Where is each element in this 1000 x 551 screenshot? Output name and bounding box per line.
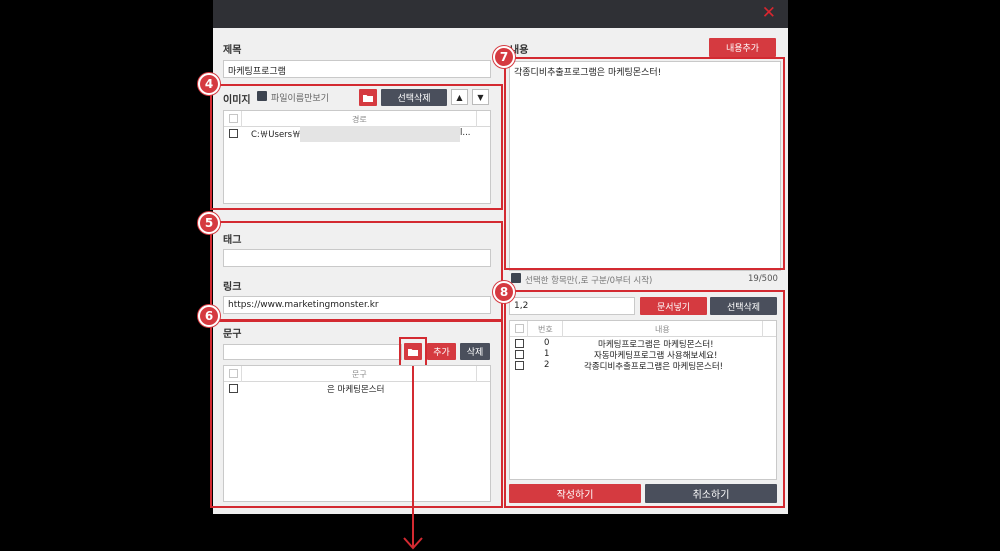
content-section-highlight [504,57,785,270]
select-all-checkbox[interactable] [229,369,238,378]
move-up-button[interactable]: ▲ [451,89,468,105]
phrase-list-header: 문구 [224,366,490,382]
tag-input[interactable] [223,249,491,267]
selected-only-hint: 선택한 항목만(,로 구분/0부터 시작) [525,276,653,286]
image-path: C:￦Users￦ [251,130,301,140]
link-label: 링크 [223,282,242,293]
badge-7: 7 [493,46,515,68]
tag-label: 태그 [223,235,242,246]
doc-number: 2 [544,360,550,370]
phrase-folder-button[interactable] [404,343,422,360]
badge-4: 4 [198,73,220,95]
phrase-input[interactable] [223,344,402,360]
phrase-text: 은 마케팅몬스터 [327,385,385,395]
phrase-delete-button[interactable]: 삭제 [460,343,490,360]
image-list-header: 경로 [224,111,490,127]
image-list[interactable]: 경로 C:￦Users￦ l... [223,110,491,204]
char-counter: 19/500 [748,274,778,284]
image-row[interactable]: C:￦Users￦ l... [224,126,490,142]
header-divider [476,366,477,382]
write-button[interactable]: 작성하기 [509,484,641,503]
docs-row[interactable]: 1 자동마케팅프로그램 사용해보세요! [510,349,776,361]
cancel-button[interactable]: 취소하기 [645,484,777,503]
image-delete-selected-button[interactable]: 선택삭제 [381,89,447,106]
docs-index-input[interactable]: 1,2 [509,297,635,315]
title-input[interactable]: 마케팅프로그램 [223,60,491,78]
row-checkbox[interactable] [229,129,238,138]
images-label: 이미지 [223,95,251,106]
path-column-header: 경로 [352,115,367,124]
title-label: 제목 [223,45,242,56]
fetch-docs-button[interactable]: 문서넣기 [640,297,707,315]
link-input[interactable]: https://www.marketingmonster.kr [223,296,491,314]
triangle-down-icon: ▼ [477,92,484,102]
header-divider [241,111,242,127]
doc-text: 각종디비추출프로그램은 마케팅몬스터! [584,362,724,372]
phrase-column-header: 문구 [352,370,367,379]
row-checkbox[interactable] [515,361,524,370]
header-divider [762,321,763,337]
badge-5: 5 [198,212,220,234]
docs-row[interactable]: 0 마케팅프로그램은 마케팅몬스터! [510,338,776,350]
row-checkbox[interactable] [515,350,524,359]
title-bar: ✕ [213,0,788,28]
phrase-label: 문구 [223,329,242,340]
close-icon[interactable]: ✕ [762,4,776,22]
header-divider [241,366,242,382]
row-checkbox[interactable] [229,384,238,393]
docs-list-header: 번호 내용 [510,321,776,337]
down-arrow-annotation [403,366,423,550]
move-down-button[interactable]: ▼ [472,89,489,105]
selected-only-checkbox[interactable] [511,273,521,283]
docs-delete-selected-button[interactable]: 선택삭제 [710,297,777,315]
filename-only-checkbox[interactable] [257,91,267,101]
doc-number: 1 [544,349,550,359]
phrase-list[interactable]: 문구 은 마케팅몬스터 [223,365,491,502]
doc-number: 0 [544,338,550,348]
select-all-checkbox[interactable] [515,324,524,333]
badge-6: 6 [198,305,220,327]
header-divider [562,321,563,337]
triangle-up-icon: ▲ [456,92,463,102]
badge-8: 8 [493,281,515,303]
dialog-window: ✕ 제목 마케팅프로그램 이미지 파일이름만보기 선택삭제 ▲ ▼ 경로 C:￦… [198,0,788,514]
phrase-add-button[interactable]: 추가 [427,343,456,360]
docs-row[interactable]: 2 각종디비추출프로그램은 마케팅몬스터! [510,360,776,372]
folder-icon [363,94,373,102]
header-divider [527,321,528,337]
docs-list[interactable]: 번호 내용 0 마케팅프로그램은 마케팅몬스터! 1 자동마케팅프로그램 사용해… [509,320,777,480]
image-path-suffix: l... [460,128,471,138]
number-column-header: 번호 [538,325,553,334]
header-divider [476,111,477,127]
add-content-button[interactable]: 내용추가 [709,38,776,57]
redacted-path-block [300,126,460,142]
row-checkbox[interactable] [515,339,524,348]
select-all-checkbox[interactable] [229,114,238,123]
phrase-row[interactable]: 은 마케팅몬스터 [224,383,490,395]
content-column-header: 내용 [655,325,670,334]
image-folder-button[interactable] [359,89,377,106]
filename-only-label: 파일이름만보기 [271,94,329,104]
folder-icon [408,348,418,356]
